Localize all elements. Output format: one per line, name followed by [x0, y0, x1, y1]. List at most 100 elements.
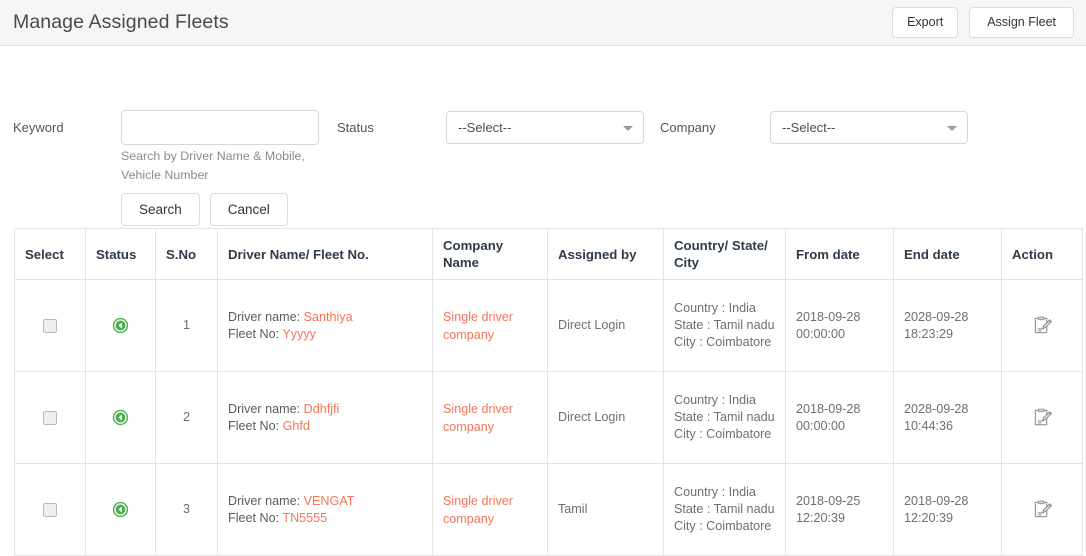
page-title: Manage Assigned Fleets	[13, 11, 229, 33]
row-sno: 3	[155, 463, 218, 556]
row-action-cell	[1001, 463, 1083, 556]
edit-icon[interactable]	[1033, 408, 1052, 427]
company-name-value[interactable]: Single driver company	[443, 310, 513, 342]
row-select-cell	[14, 463, 86, 556]
row-checkbox[interactable]	[43, 410, 57, 425]
column-header-status: Status	[85, 228, 156, 280]
green-back-arrow-icon[interactable]	[112, 409, 129, 426]
keyword-label: Keyword	[13, 120, 64, 135]
column-header-sno: S.No	[155, 228, 218, 280]
green-back-arrow-icon[interactable]	[112, 317, 129, 334]
row-company-cell: Single driver company	[432, 279, 548, 372]
row-location-cell: Country : India State : Tamil nadu City : …	[663, 371, 786, 464]
app-header: Manage Assigned Fleets Export Assign Fle…	[0, 0, 1086, 46]
table-row: 2 Driver name: Ddhfjfi Fleet No: Ghfd Singl…	[14, 371, 1083, 464]
city-line: City : Coimbatore	[674, 519, 772, 533]
country-line: Country : India	[674, 393, 756, 407]
fleet-table: Select Status S.No Driver Name/ Fleet No…	[14, 228, 1083, 556]
row-sno: 1	[155, 279, 218, 372]
country-line: Country : India	[674, 301, 756, 315]
table-body: 1 Driver name: Santhiya Fleet No: Yyyyy Sin…	[14, 279, 1083, 556]
export-button[interactable]: Export	[892, 7, 959, 38]
keyword-input[interactable]	[121, 110, 319, 145]
state-line: State : Tamil nadu	[674, 318, 775, 332]
driver-name-value: Santhiya	[303, 309, 353, 324]
city-line: City : Coimbatore	[674, 427, 772, 441]
city-line: City : Coimbatore	[674, 335, 772, 349]
column-header-driver: Driver Name/ Fleet No.	[217, 228, 433, 280]
column-header-select: Select	[14, 228, 86, 280]
fleet-no-label: Fleet No:	[228, 418, 283, 433]
driver-name-line: Driver name: Santhiya	[228, 309, 422, 326]
row-driver-cell: Driver name: Ddhfjfi Fleet No: Ghfd	[217, 371, 433, 464]
keyword-hint: Search by Driver Name & Mobile, Vehicle …	[121, 149, 305, 182]
row-end-date: 2028-09-28 18:23:29	[893, 279, 1002, 372]
state-line: State : Tamil nadu	[674, 502, 775, 516]
row-from-date: 2018-09-25 12:20:39	[785, 463, 894, 556]
edit-icon[interactable]	[1033, 500, 1052, 519]
chevron-down-icon	[947, 126, 957, 131]
status-label: Status	[337, 120, 374, 135]
column-header-assigned: Assigned by	[547, 228, 664, 280]
status-select[interactable]: --Select--	[446, 111, 644, 144]
row-action-cell	[1001, 279, 1083, 372]
row-action-cell	[1001, 371, 1083, 464]
edit-icon[interactable]	[1033, 316, 1052, 335]
row-location-cell: Country : India State : Tamil nadu City : …	[663, 279, 786, 372]
status-select-value: --Select--	[458, 120, 512, 135]
row-location-cell: Country : India State : Tamil nadu City : …	[663, 463, 786, 556]
filter-buttons: Search Cancel	[121, 193, 288, 226]
fleet-no-line: Fleet No: TN5555	[228, 510, 422, 527]
driver-name-line: Driver name: VENGAT	[228, 493, 422, 510]
row-driver-cell: Driver name: Santhiya Fleet No: Yyyyy	[217, 279, 433, 372]
row-status-cell	[85, 279, 156, 372]
fleet-no-label: Fleet No:	[228, 326, 283, 341]
chevron-down-icon	[623, 126, 633, 131]
column-header-company: Company Name	[432, 228, 548, 280]
header-actions: Export Assign Fleet	[892, 7, 1074, 38]
assign-fleet-button[interactable]: Assign Fleet	[969, 7, 1074, 38]
column-header-fromdate: From date	[785, 228, 894, 280]
row-checkbox[interactable]	[43, 502, 57, 517]
row-company-cell: Single driver company	[432, 371, 548, 464]
driver-name-label: Driver name:	[228, 401, 304, 416]
row-assigned-by: Direct Login	[547, 371, 664, 464]
column-header-enddate: End date	[893, 228, 1002, 280]
table-header-row: Select Status S.No Driver Name/ Fleet No…	[14, 228, 1083, 280]
column-header-action: Action	[1001, 228, 1083, 280]
table-row: 3 Driver name: VENGAT Fleet No: TN5555 Sing…	[14, 463, 1083, 556]
driver-name-label: Driver name:	[228, 309, 304, 324]
table-row: 1 Driver name: Santhiya Fleet No: Yyyyy Sin…	[14, 279, 1083, 372]
row-checkbox[interactable]	[43, 318, 57, 333]
green-back-arrow-icon[interactable]	[112, 501, 129, 518]
filter-panel: Keyword Search by Driver Name & Mobile, …	[0, 46, 1086, 228]
driver-name-line: Driver name: Ddhfjfi	[228, 401, 422, 418]
row-sno: 2	[155, 371, 218, 464]
row-from-date: 2018-09-28 00:00:00	[785, 371, 894, 464]
driver-name-value: VENGAT	[303, 493, 355, 508]
row-status-cell	[85, 371, 156, 464]
driver-name-label: Driver name:	[228, 493, 304, 508]
fleet-no-line: Fleet No: Yyyyy	[228, 326, 422, 343]
row-assigned-by: Direct Login	[547, 279, 664, 372]
company-select-value: --Select--	[782, 120, 836, 135]
company-label: Company	[660, 120, 716, 135]
row-end-date: 2028-09-28 10:44:36	[893, 371, 1002, 464]
table-header: Select Status S.No Driver Name/ Fleet No…	[14, 228, 1083, 280]
company-name-value[interactable]: Single driver company	[443, 402, 513, 434]
company-name-value[interactable]: Single driver company	[443, 494, 513, 526]
row-select-cell	[14, 279, 86, 372]
row-select-cell	[14, 371, 86, 464]
search-button[interactable]: Search	[121, 193, 200, 226]
country-line: Country : India	[674, 485, 756, 499]
row-end-date: 2018-09-28 12:20:39	[893, 463, 1002, 556]
fleet-table-container: Select Status S.No Driver Name/ Fleet No…	[14, 228, 1083, 556]
state-line: State : Tamil nadu	[674, 410, 775, 424]
company-select[interactable]: --Select--	[770, 111, 968, 144]
fleet-no-value: TN5555	[282, 510, 328, 525]
column-header-country: Country/ State/ City	[663, 228, 786, 280]
row-assigned-by: Tamil	[547, 463, 664, 556]
cancel-button[interactable]: Cancel	[209, 193, 288, 226]
row-driver-cell: Driver name: VENGAT Fleet No: TN5555	[217, 463, 433, 556]
row-from-date: 2018-09-28 00:00:00	[785, 279, 894, 372]
